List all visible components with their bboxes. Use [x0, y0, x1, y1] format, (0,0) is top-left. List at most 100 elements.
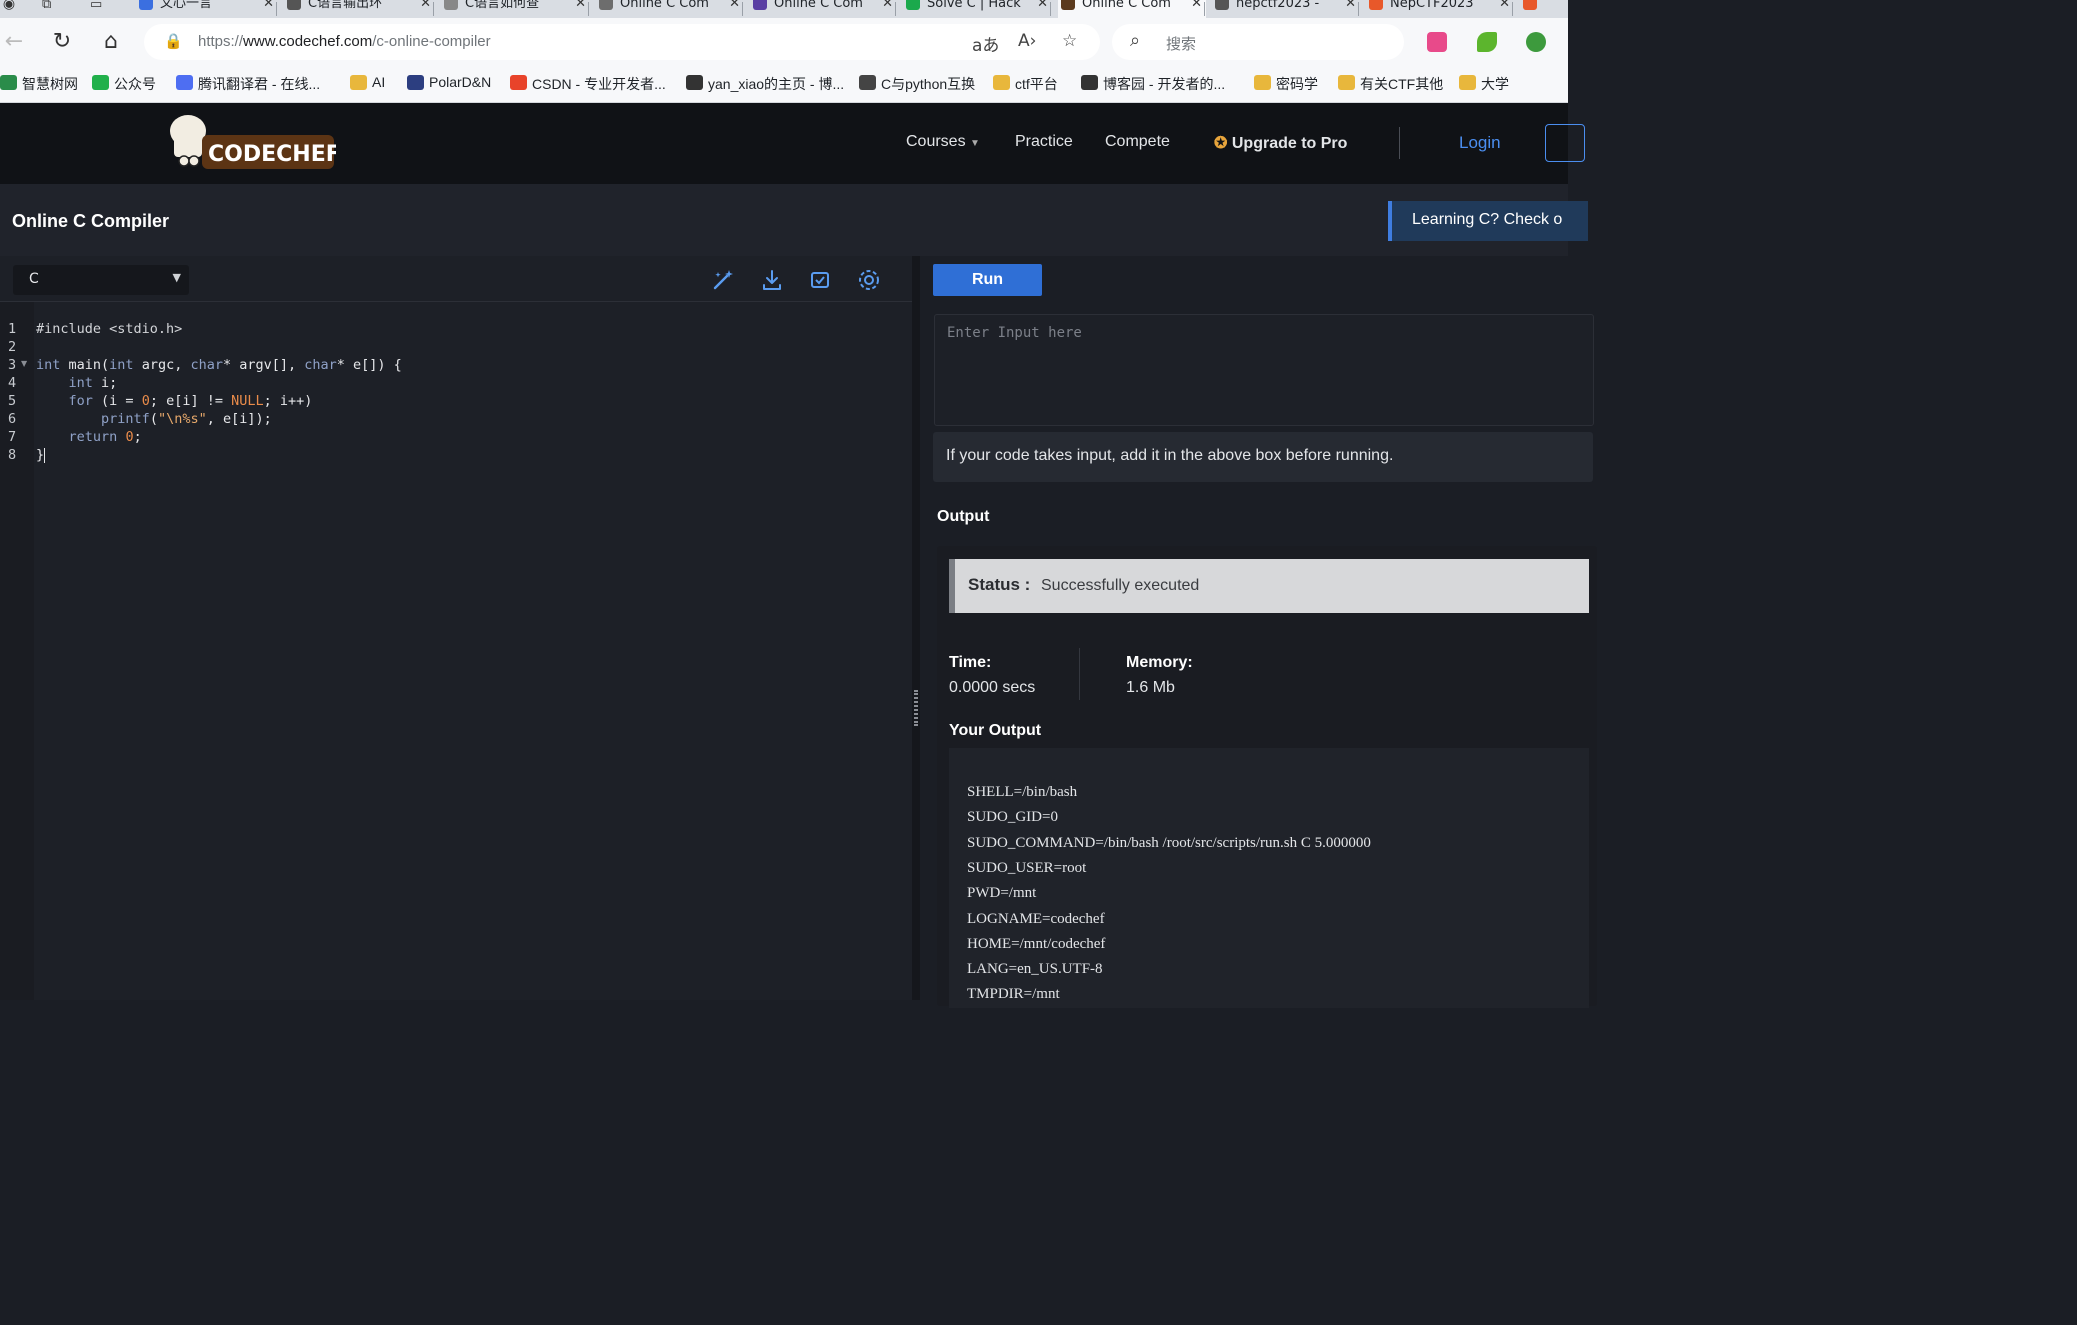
bookmark-favicon-icon: [176, 75, 193, 90]
profile-icon[interactable]: ◉: [0, 0, 18, 18]
code-line[interactable]: for (i = 0; e[i] != NULL; i++): [36, 393, 313, 411]
tab-separator: [1512, 2, 1513, 16]
browser-tab[interactable]: NepCTF2023 ✕: [1366, 0, 1514, 18]
vertical-tabs-icon[interactable]: ▭: [90, 0, 102, 12]
tab-favicon-icon: [1215, 0, 1229, 10]
bookmark-item[interactable]: PolarD&N: [407, 74, 491, 90]
language-select[interactable]: C ▼: [13, 265, 189, 295]
chevron-down-icon: ▼: [970, 138, 980, 149]
home-icon[interactable]: ⌂: [97, 28, 125, 56]
stdin-input[interactable]: Enter Input here: [934, 314, 1594, 426]
format-code-icon[interactable]: [709, 266, 737, 294]
bookmark-item[interactable]: AI: [350, 74, 385, 90]
download-icon[interactable]: [758, 266, 786, 294]
frog-extension-icon[interactable]: [1526, 32, 1546, 52]
nav-practice[interactable]: Practice: [1015, 133, 1073, 151]
code-line[interactable]: return 0;: [36, 429, 142, 447]
close-tab-icon[interactable]: ✕: [1191, 0, 1202, 10]
close-tab-icon[interactable]: ✕: [1499, 0, 1510, 10]
bookmark-item[interactable]: 智慧树网: [0, 74, 78, 94]
run-button[interactable]: Run: [933, 264, 1042, 296]
read-aloud-translate-icon[interactable]: aあ: [972, 31, 999, 56]
tab-favicon-icon: [1369, 0, 1383, 10]
bookmark-item[interactable]: C与python互换: [859, 74, 975, 94]
browser-tab[interactable]: C语言输出环 ✕: [284, 0, 435, 18]
bookmark-label: 有关CTF其他: [1360, 76, 1444, 92]
close-tab-icon[interactable]: ✕: [729, 0, 740, 10]
browser-tab[interactable]: Online C Com ✕: [1058, 0, 1206, 18]
close-tab-icon[interactable]: ✕: [263, 0, 274, 10]
bookmark-item[interactable]: 大学: [1459, 74, 1509, 94]
back-icon[interactable]: ←: [0, 28, 28, 56]
nav-compete[interactable]: Compete: [1105, 133, 1170, 151]
fold-arrow-icon[interactable]: ▼: [21, 359, 27, 368]
text-caret: [44, 447, 46, 463]
status-value: Successfully executed: [1041, 577, 1200, 594]
reset-code-icon[interactable]: [806, 266, 834, 294]
drag-handle-icon[interactable]: [914, 690, 918, 726]
close-tab-icon[interactable]: ✕: [1345, 0, 1356, 10]
favorite-star-icon[interactable]: ☆: [1062, 31, 1077, 51]
your-output-label: Your Output: [949, 722, 1042, 739]
tab-separator: [1050, 2, 1051, 16]
translate-extension-icon[interactable]: [1427, 32, 1447, 52]
bookmark-label: 腾讯翻译君 - 在线...: [198, 76, 321, 92]
tab-favicon-icon: [1061, 0, 1075, 10]
browser-tab[interactable]: Online C Com ✕: [596, 0, 744, 18]
nav-upgrade-pro[interactable]: ✪ Upgrade to Pro: [1214, 133, 1347, 153]
code-line[interactable]: int i;: [36, 375, 118, 393]
close-tab-icon[interactable]: ✕: [882, 0, 893, 10]
bookmark-item[interactable]: 腾讯翻译君 - 在线...: [176, 74, 320, 94]
settings-icon[interactable]: [855, 266, 883, 294]
read-aloud-icon[interactable]: A›: [1018, 31, 1036, 51]
url-text[interactable]: https://www.codechef.com/c-online-compil…: [198, 33, 491, 50]
close-tab-icon[interactable]: ✕: [575, 0, 586, 10]
code-line[interactable]: int main(int argc, char* argv[], char* e…: [36, 357, 402, 375]
tab-favicon-icon: [444, 0, 458, 10]
bookmark-item[interactable]: CSDN - 专业开发者...: [510, 74, 666, 94]
tab-label: Solve C | Hack: [927, 0, 1021, 11]
banner-text[interactable]: Learning C? Check o: [1412, 211, 1562, 229]
code-line[interactable]: #include <stdio.h>: [36, 321, 182, 339]
output-title: Output: [937, 508, 990, 525]
bookmark-item[interactable]: 密码学: [1254, 74, 1318, 94]
bookmark-item[interactable]: 有关CTF其他: [1338, 74, 1443, 94]
browser-tab[interactable]: nepctf2023 - ✕: [1212, 0, 1360, 18]
close-tab-icon[interactable]: ✕: [420, 0, 431, 10]
address-bar[interactable]: 🔒 https://www.codechef.com/c-online-comp…: [144, 24, 1100, 60]
bookmark-item[interactable]: 公众号: [92, 74, 156, 94]
folder-icon: [350, 75, 367, 90]
browser-tab[interactable]: 文心一言 ✕: [136, 0, 278, 18]
code-line[interactable]: printf("\n%s", e[i]);: [36, 411, 272, 429]
nav-divider: [1399, 127, 1400, 159]
stat-divider: [1079, 648, 1080, 700]
login-link[interactable]: Login: [1459, 133, 1501, 153]
close-tab-icon[interactable]: ✕: [1037, 0, 1048, 10]
tab-separator: [895, 2, 896, 16]
browser-tab[interactable]: C语言如何查 ✕: [441, 0, 590, 18]
learning-c-banner[interactable]: Learning C? Check o: [1388, 201, 1588, 241]
line-number: 1: [8, 321, 17, 337]
reload-icon[interactable]: ↻: [48, 28, 76, 56]
code-editor[interactable]: #include <stdio.h> int main(int argc, ch…: [21, 302, 912, 1000]
browser-tab[interactable]: Online C Com ✕: [750, 0, 897, 18]
workspaces-icon[interactable]: ⧉: [42, 0, 51, 12]
bookmark-item[interactable]: 博客园 - 开发者的...: [1081, 74, 1225, 94]
panel-splitter[interactable]: [912, 256, 920, 1000]
browser-tab[interactable]: Solve C | Hack ✕: [903, 0, 1052, 18]
logo-wordmark: CODECHEF: [208, 142, 336, 167]
page-title: Online C Compiler: [12, 211, 170, 231]
bookmark-item[interactable]: ctf平台: [993, 74, 1058, 94]
lock-icon[interactable]: 🔒: [164, 32, 183, 50]
leaf-extension-icon[interactable]: [1477, 32, 1497, 52]
signup-button[interactable]: [1545, 124, 1585, 162]
browser-tab-strip: ◉ ⧉ ▭ 文心一言 ✕ C语言输出环 ✕ C语言如何查 ✕ Online C Com ✕ On…: [0, 0, 1568, 18]
codechef-logo[interactable]: CODECHEF: [164, 111, 336, 175]
tab-favicon-icon: [1523, 0, 1537, 10]
nav-courses[interactable]: Courses ▼: [906, 133, 980, 151]
browser-tab[interactable]: [1520, 0, 1568, 18]
code-line[interactable]: }: [36, 447, 46, 465]
search-box[interactable]: ⌕ 搜索: [1112, 24, 1404, 60]
bookmark-item[interactable]: yan_xiao的主页 - 博...: [686, 74, 844, 94]
site-header: CODECHEF Courses ▼ Practice Compete ✪ Up…: [0, 103, 1585, 184]
